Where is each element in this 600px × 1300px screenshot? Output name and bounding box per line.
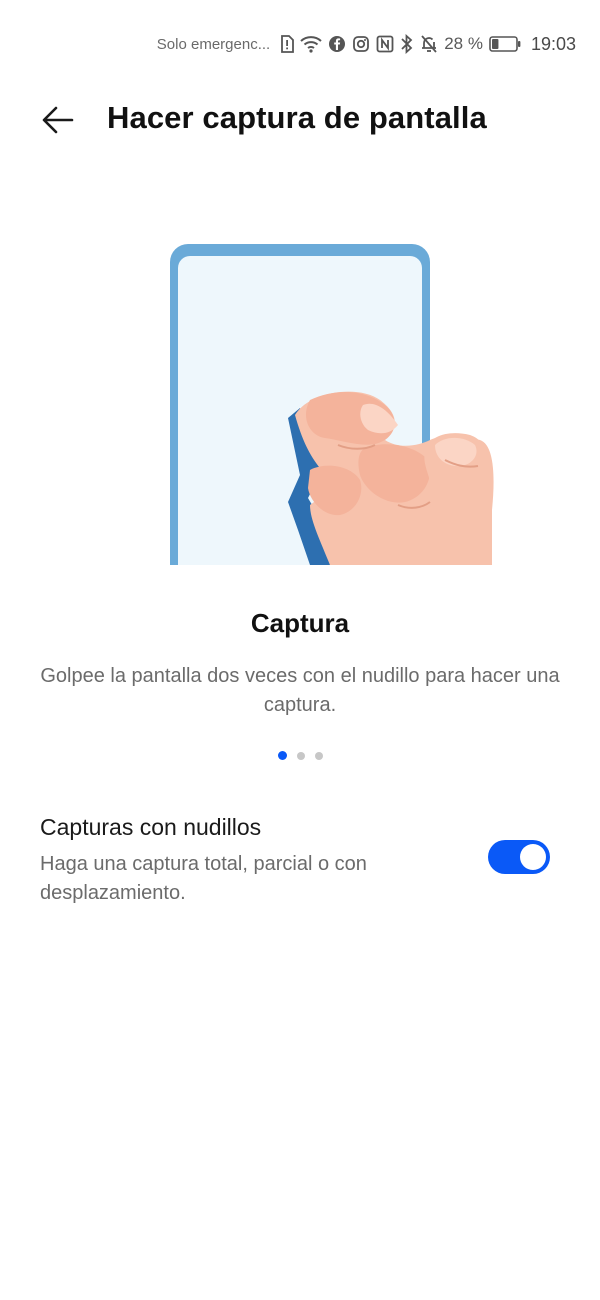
knuckle-screenshot-setting[interactable]: Capturas con nudillos Haga una captura t… bbox=[40, 810, 560, 910]
sim-alert-icon bbox=[280, 34, 295, 54]
toggle-knob bbox=[520, 844, 546, 870]
facebook-icon bbox=[328, 34, 346, 54]
knuckle-tap-illustration bbox=[160, 240, 510, 570]
app-bar: Hacer captura de pantalla bbox=[0, 88, 600, 152]
page-dot-3[interactable] bbox=[314, 751, 323, 760]
setting-description: Haga una captura total, parcial o con de… bbox=[40, 853, 367, 904]
battery-icon bbox=[489, 34, 521, 54]
card-title: Captura bbox=[250, 608, 350, 638]
bluetooth-icon bbox=[400, 34, 414, 54]
battery-percent: 28 % bbox=[444, 34, 483, 53]
carrier-text: Solo emergenc... bbox=[156, 35, 271, 53]
bell-off-icon bbox=[420, 34, 438, 54]
status-bar: Solo emergenc... 28 % 19:03 bbox=[0, 0, 600, 88]
card-description: Golpee la pantalla dos veces con el nudi… bbox=[40, 665, 560, 716]
page-title: Hacer captura de pantalla bbox=[107, 100, 487, 135]
back-button[interactable] bbox=[36, 98, 80, 142]
nfc-icon bbox=[376, 34, 394, 54]
wifi-icon bbox=[300, 34, 322, 54]
page-dot-2[interactable] bbox=[296, 751, 305, 760]
phone-with-hand-image bbox=[170, 244, 494, 565]
setting-title: Capturas con nudillos bbox=[40, 814, 262, 840]
page-indicator[interactable] bbox=[0, 751, 600, 760]
back-arrow-icon bbox=[42, 106, 74, 134]
clock: 19:03 bbox=[530, 33, 576, 54]
knuckle-screenshot-toggle[interactable] bbox=[488, 840, 550, 874]
instagram-icon bbox=[352, 34, 370, 54]
page-dot-1[interactable] bbox=[277, 751, 287, 760]
